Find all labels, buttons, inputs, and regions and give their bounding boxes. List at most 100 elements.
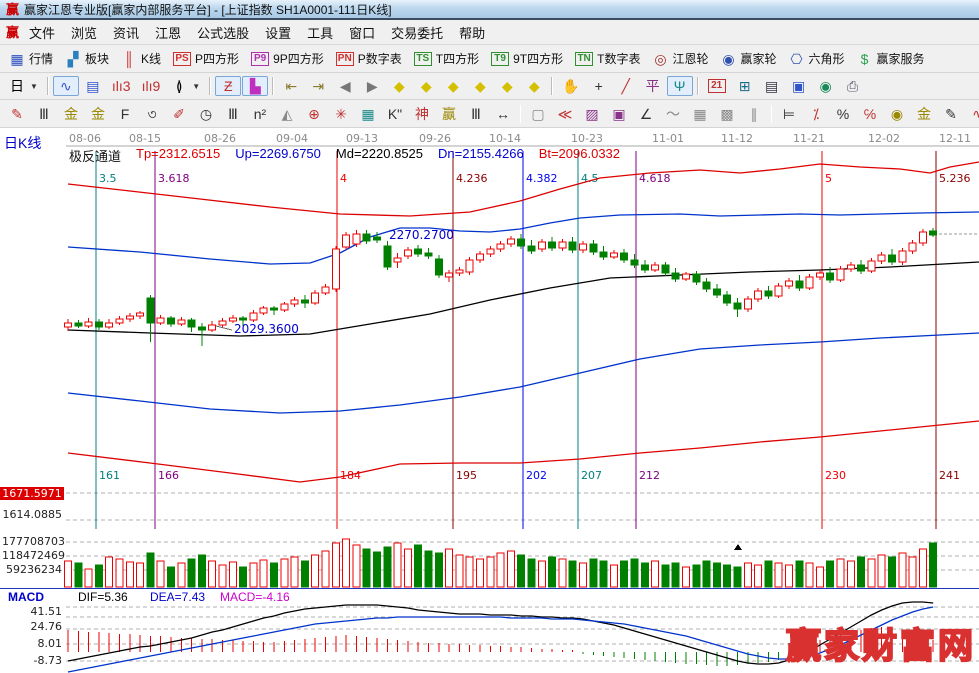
save-icon-glyph: ▣ <box>791 78 807 94</box>
diamond-left-icon[interactable]: ◆ <box>386 76 412 96</box>
candle-style-dropdown[interactable]: ≬▼ <box>166 76 205 96</box>
grid-target-icon[interactable]: ▦ <box>355 104 381 124</box>
menu-item-2[interactable]: 资讯 <box>105 21 147 44</box>
ray-star-icon[interactable]: ✳ <box>328 104 354 124</box>
span-arrow-icon[interactable]: ↔ <box>490 104 516 124</box>
9t-square-button[interactable]: T99T四方形 <box>486 48 568 69</box>
menu-item-0[interactable]: 文件 <box>21 21 63 44</box>
zigzag-icon[interactable]: 〜 <box>660 104 686 124</box>
box-select-icon[interactable]: ▢ <box>525 104 551 124</box>
gann-wheel-button[interactable]: ◎江恩轮 <box>647 48 713 69</box>
n2-icon[interactable]: n² <box>247 104 273 124</box>
kline-glyph: ║ <box>121 51 137 67</box>
svg-text:09-26: 09-26 <box>419 132 451 145</box>
menu-item-8[interactable]: 交易委托 <box>383 21 451 44</box>
hand-tool-icon[interactable]: ✋ <box>557 76 584 96</box>
winner-service-button[interactable]: $赢家服务 <box>852 48 930 69</box>
gold-circle-icon[interactable]: ◉ <box>884 104 910 124</box>
brush-icon-glyph: ✎ <box>9 106 25 122</box>
info-panel-icon[interactable]: ▤ <box>80 76 106 96</box>
spiral-icon[interactable]: ৩ <box>139 104 165 124</box>
ruler-123-icon[interactable]: Ⅲ <box>463 104 489 124</box>
t-square-button[interactable]: TST四方形 <box>409 48 484 69</box>
gold-lines-icon[interactable]: 金 <box>911 104 937 124</box>
calculator-icon[interactable]: ⊞ <box>732 76 758 96</box>
menu-item-3[interactable]: 江恩 <box>147 21 189 44</box>
wave-strike-icon[interactable]: ∿ <box>965 104 979 124</box>
fan-lines-icon[interactable]: ≪ <box>552 104 578 124</box>
histogram-icon[interactable]: ▙ <box>242 76 268 96</box>
chart-area[interactable]: 08-0608-1508-2609-0409-1309-2610-1410-23… <box>0 128 979 673</box>
price-scale-icon[interactable]: ⊨ <box>776 104 802 124</box>
p-number-table-button[interactable]: PNP数字表 <box>331 48 407 69</box>
bars-9-icon[interactable]: ılı9 <box>137 76 166 96</box>
ying-tool-icon[interactable]: 赢 <box>436 104 462 124</box>
percent-line-icon[interactable]: ⁒ <box>803 104 829 124</box>
calendar-icon-glyph: 21 <box>708 79 726 93</box>
menu-item-4[interactable]: 公式选股 <box>189 21 257 44</box>
mirror-angle-icon-glyph: ◭ <box>279 106 295 122</box>
shen-tool-icon[interactable]: 神 <box>409 104 435 124</box>
angle-line-icon[interactable]: ∠ <box>633 104 659 124</box>
target-cross-icon[interactable]: ⊕ <box>301 104 327 124</box>
first-bar-icon[interactable]: ⇤ <box>278 76 304 96</box>
box-rays-icon[interactable]: ▣ <box>606 104 632 124</box>
brush-icon[interactable]: ✎ <box>4 104 30 124</box>
menu-item-1[interactable]: 浏览 <box>63 21 105 44</box>
crosshair-tool-icon[interactable]: + <box>586 76 612 96</box>
grid-fine-icon[interactable]: ▦ <box>687 104 713 124</box>
calendar-icon[interactable]: 21 <box>703 77 731 95</box>
segment-tool-icon[interactable]: ╱ <box>613 76 639 96</box>
pen-icon[interactable]: ✎ <box>938 104 964 124</box>
p-square-button[interactable]: PSP四方形 <box>168 48 244 69</box>
prev-bar-icon[interactable]: ◀ <box>332 76 358 96</box>
menu-item-7[interactable]: 窗口 <box>341 21 383 44</box>
9p-square-button[interactable]: P99P四方形 <box>246 48 329 69</box>
period-day-dropdown[interactable]: 日▼ <box>4 76 43 96</box>
box-diagonal-icon[interactable]: ▨ <box>579 104 605 124</box>
percent-minus-icon[interactable]: ℅ <box>857 104 883 124</box>
quote-list-button[interactable]: ▦行情 <box>4 48 58 69</box>
gann-scale-icon[interactable]: Ⅲ <box>31 104 57 124</box>
bars-9-icon-glyph: ılı9 <box>142 78 161 94</box>
pen-icon-glyph: ✎ <box>943 106 959 122</box>
winner-wheel-button[interactable]: ◉赢家轮 <box>715 48 781 69</box>
next-bar-icon[interactable]: ▶ <box>359 76 385 96</box>
macd-dif-value: DIF=5.36 <box>78 590 128 604</box>
flat-tool-icon[interactable]: 平 <box>640 76 666 96</box>
diamond-right-icon[interactable]: ◆ <box>413 76 439 96</box>
gold-scale-down-icon[interactable]: 金 <box>85 104 111 124</box>
menu-item-6[interactable]: 工具 <box>299 21 341 44</box>
save-icon[interactable]: ▣ <box>786 76 812 96</box>
print-icon[interactable]: ⎙ <box>840 76 866 96</box>
ruler-icon[interactable]: Ⅲ <box>220 104 246 124</box>
parallel-lines-icon[interactable]: ∥ <box>741 104 767 124</box>
red-brush-icon[interactable]: ✐ <box>166 104 192 124</box>
kline-button[interactable]: ║K线 <box>116 48 166 69</box>
percent-icon[interactable]: % <box>830 104 856 124</box>
trend-wave-icon[interactable]: ∿ <box>53 76 79 96</box>
mirror-angle-icon[interactable]: ◭ <box>274 104 300 124</box>
k-mark-icon[interactable]: K" <box>382 104 408 124</box>
menu-item-5[interactable]: 设置 <box>257 21 299 44</box>
browser-icon[interactable]: ◉ <box>813 76 839 96</box>
last-bar-icon[interactable]: ⇥ <box>305 76 331 96</box>
zigzag-icon-glyph: 〜 <box>665 106 681 122</box>
menu-item-9[interactable]: 帮助 <box>451 21 493 44</box>
pattern-icon[interactable]: Ƶ <box>215 76 241 96</box>
diamond-expand-icon[interactable]: ◆ <box>440 76 466 96</box>
gold-scale-up-icon[interactable]: 金 <box>58 104 84 124</box>
hexagon-button[interactable]: ⎔六角形 <box>784 48 850 69</box>
diamond-center-icon[interactable]: ◆ <box>521 76 547 96</box>
grid-box-icon[interactable]: ▩ <box>714 104 740 124</box>
bars-3-icon[interactable]: ılı3 <box>107 76 136 96</box>
diamond-shrink-icon-glyph: ◆ <box>472 78 488 94</box>
diamond-shrink-icon[interactable]: ◆ <box>467 76 493 96</box>
sector-button[interactable]: ▞板块 <box>60 48 114 69</box>
diamond-all-icon[interactable]: ◆ <box>494 76 520 96</box>
formula-icon[interactable]: Ψ <box>667 76 693 96</box>
f-scale-icon[interactable]: F <box>112 104 138 124</box>
notes-icon[interactable]: ▤ <box>759 76 785 96</box>
cycle-circle-icon[interactable]: ◷ <box>193 104 219 124</box>
t-number-table-button[interactable]: TNT数字表 <box>570 48 645 69</box>
